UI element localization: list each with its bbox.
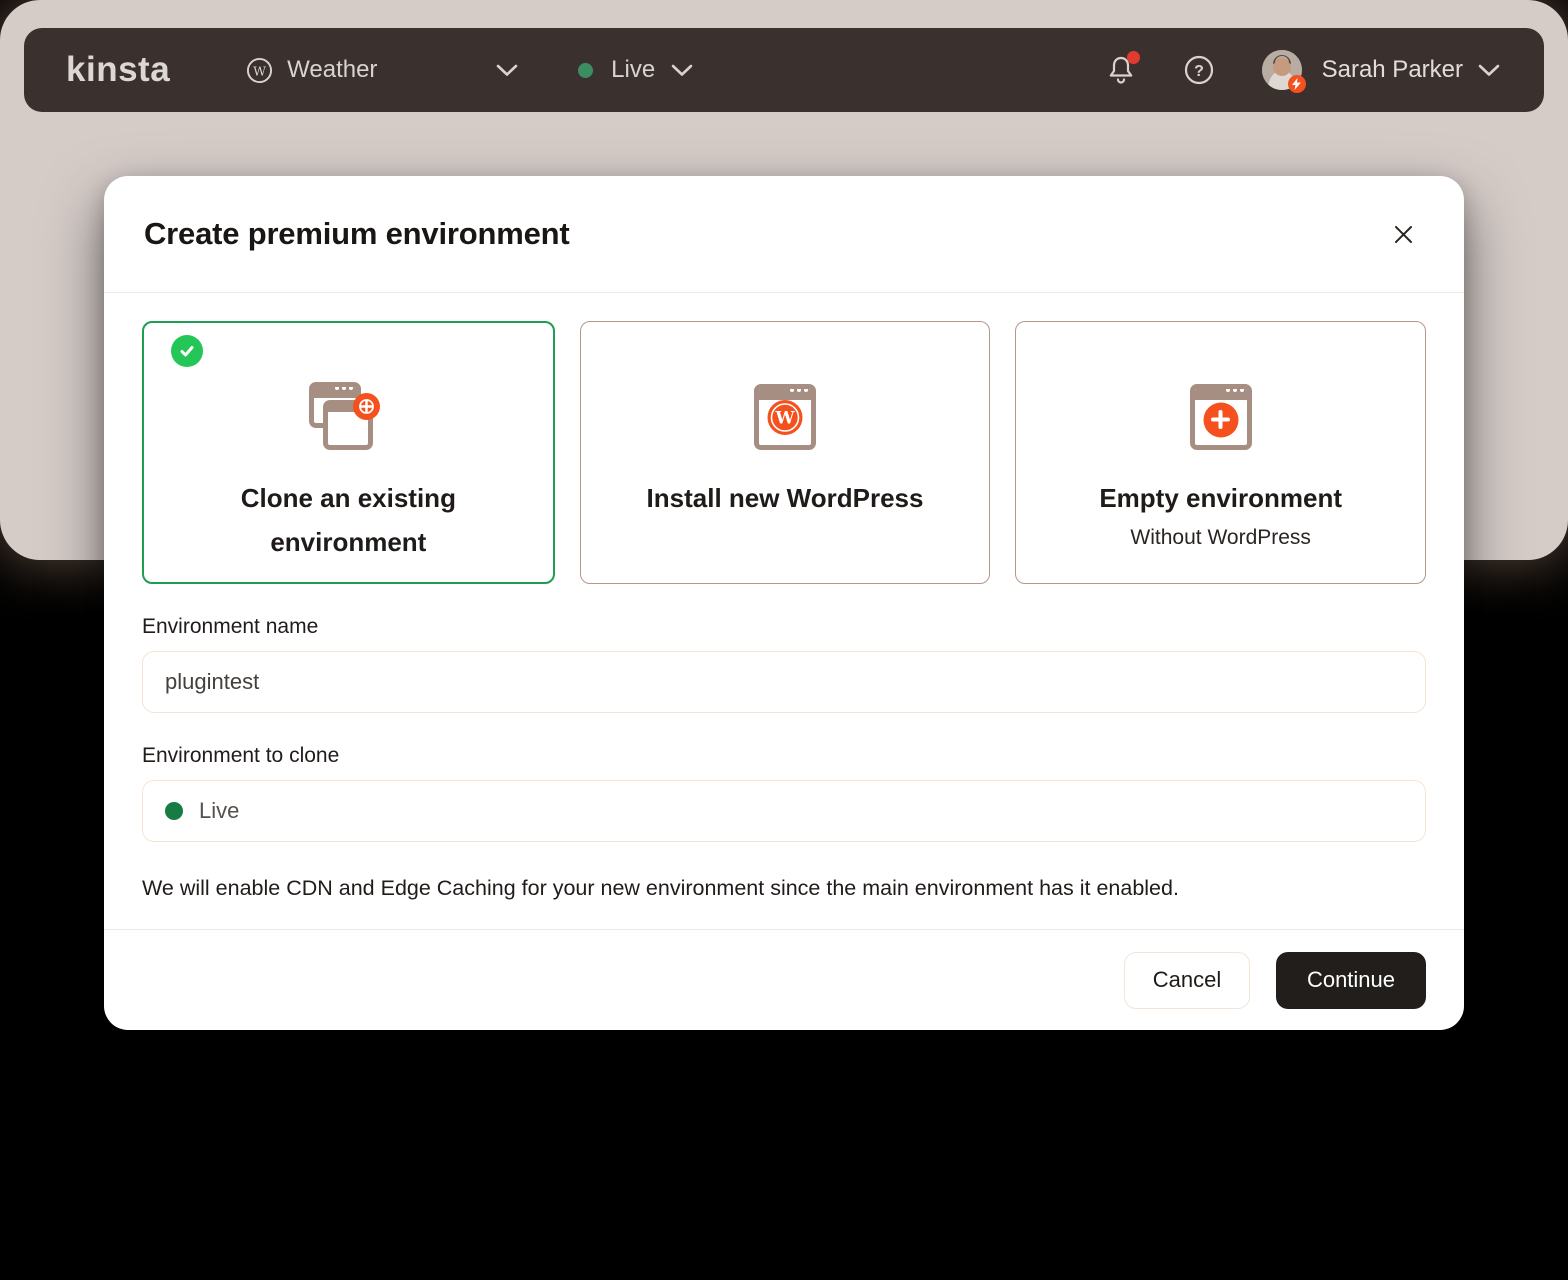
kinsta-logo: kinsta — [66, 50, 171, 89]
page: kinsta W Weather Live ? Sarah Parker Cre… — [0, 0, 1568, 1280]
environment-type-options: Clone an existing environment W Install … — [142, 321, 1427, 584]
empty-window-icon — [1189, 384, 1252, 450]
option-card-clone-existing[interactable]: Clone an existing environment — [142, 321, 555, 584]
modal-body: Clone an existing environment W Install … — [104, 293, 1464, 929]
environment-status-dot — [578, 62, 594, 78]
notifications-button[interactable] — [1104, 51, 1140, 87]
top-navbar: kinsta W Weather Live ? Sarah Parker — [24, 28, 1544, 112]
add-plus-icon — [353, 393, 381, 420]
option-card-empty-environment[interactable]: Empty environment Without WordPress — [1015, 321, 1427, 584]
environment-name-label: Environment name — [142, 615, 319, 638]
environment-selector[interactable]: Live — [578, 56, 693, 84]
help-button[interactable]: ? — [1182, 53, 1216, 87]
wordpress-icon: W — [247, 57, 273, 83]
cancel-button[interactable]: Cancel — [1124, 951, 1250, 1009]
cdn-info-text: We will enable CDN and Edge Caching for … — [142, 876, 1179, 900]
create-environment-modal: Create premium environment Clone an exis… — [104, 176, 1464, 1030]
environment-name-input[interactable] — [142, 651, 1426, 713]
site-name-label: Weather — [287, 56, 378, 83]
svg-text:W: W — [774, 408, 795, 428]
close-icon — [1394, 225, 1412, 243]
plus-circle-icon — [1203, 402, 1239, 438]
option-title: Clone an existing environment — [240, 483, 456, 557]
option-title: Install new WordPress — [646, 483, 924, 513]
environment-to-clone-select[interactable]: Live — [142, 780, 1426, 842]
lightning-badge-icon — [1287, 75, 1306, 93]
option-card-install-wordpress[interactable]: W Install new WordPress — [579, 321, 991, 584]
continue-button[interactable]: Continue — [1276, 951, 1426, 1009]
user-menu-chevron-icon[interactable] — [1478, 64, 1500, 77]
modal-header: Create premium environment — [104, 176, 1464, 293]
close-button[interactable] — [1386, 217, 1420, 251]
modal-footer: Cancel Continue — [104, 929, 1464, 1030]
selected-check-icon — [171, 335, 203, 367]
option-subtitle: Without WordPress — [1130, 526, 1311, 549]
selected-environment-value: Live — [199, 798, 240, 823]
site-selector[interactable]: W Weather — [246, 56, 518, 84]
environment-label: Live — [611, 56, 656, 83]
option-title: Empty environment — [1099, 483, 1343, 513]
question-circle-icon: ? — [1184, 55, 1213, 85]
chevron-down-icon — [671, 64, 693, 76]
wordpress-logo-icon: W — [767, 399, 803, 435]
environment-to-clone-label: Environment to clone — [142, 744, 340, 767]
user-name-label[interactable]: Sarah Parker — [1322, 56, 1463, 84]
svg-text:?: ? — [1194, 63, 1204, 80]
wordpress-window-icon: W — [754, 384, 816, 450]
svg-text:W: W — [253, 63, 266, 78]
user-avatar[interactable] — [1261, 50, 1306, 93]
notification-badge — [1126, 51, 1140, 64]
live-status-dot — [165, 802, 183, 820]
chevron-down-icon — [496, 64, 518, 76]
clone-environment-icon — [309, 382, 387, 452]
modal-title: Create premium environment — [144, 216, 570, 251]
